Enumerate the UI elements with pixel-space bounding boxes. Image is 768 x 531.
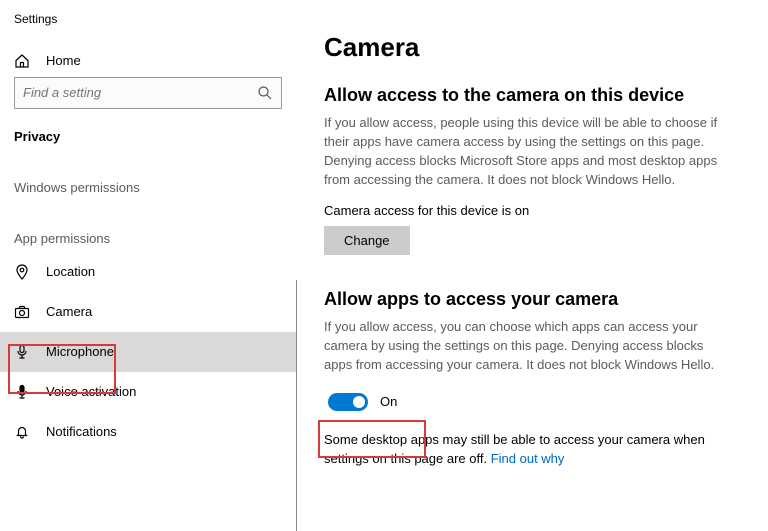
sidebar-item-microphone[interactable]: Microphone (0, 332, 296, 372)
page-title: Camera (324, 32, 746, 63)
app-access-toggle-row: On (324, 389, 746, 415)
voice-icon (14, 383, 32, 400)
category-label: Privacy (0, 119, 296, 150)
section-desc-device-access: If you allow access, people using this d… (324, 114, 729, 189)
bell-icon (14, 423, 32, 440)
sidebar: Settings Home Privacy Windows permission… (0, 0, 296, 531)
sidebar-item-camera[interactable]: Camera (0, 292, 296, 332)
group-windows-permissions: Windows permissions (0, 150, 296, 201)
location-icon (14, 263, 32, 280)
search-input[interactable] (23, 85, 257, 100)
home-label: Home (46, 53, 81, 68)
sidebar-item-label: Voice activation (46, 384, 136, 399)
camera-icon (14, 303, 32, 320)
sidebar-item-label: Microphone (46, 344, 114, 359)
toggle-state-label: On (380, 394, 397, 409)
find-out-why-link[interactable]: Find out why (491, 451, 565, 466)
sidebar-item-notifications[interactable]: Notifications (0, 412, 296, 452)
sidebar-item-label: Camera (46, 304, 92, 319)
section-desc-app-access: If you allow access, you can choose whic… (324, 318, 729, 375)
section-title-app-access: Allow apps to access your camera (324, 289, 746, 310)
content-pane: Camera Allow access to the camera on thi… (296, 0, 768, 531)
home-icon (14, 52, 32, 69)
microphone-icon (14, 343, 32, 360)
search-wrap (0, 77, 296, 119)
sidebar-item-home[interactable]: Home (0, 44, 296, 77)
sidebar-item-label: Location (46, 264, 95, 279)
group-app-permissions: App permissions (0, 201, 296, 252)
section-title-device-access: Allow access to the camera on this devic… (324, 85, 746, 106)
search-box[interactable] (14, 77, 282, 109)
device-access-status: Camera access for this device is on (324, 203, 746, 218)
sidebar-item-label: Notifications (46, 424, 117, 439)
sidebar-item-location[interactable]: Location (0, 252, 296, 292)
app-access-toggle[interactable] (328, 393, 368, 411)
app-title: Settings (0, 8, 296, 44)
sidebar-item-voice-activation[interactable]: Voice activation (0, 372, 296, 412)
change-button[interactable]: Change (324, 226, 410, 255)
search-icon (257, 84, 273, 101)
footer-note: Some desktop apps may still be able to a… (324, 431, 729, 469)
